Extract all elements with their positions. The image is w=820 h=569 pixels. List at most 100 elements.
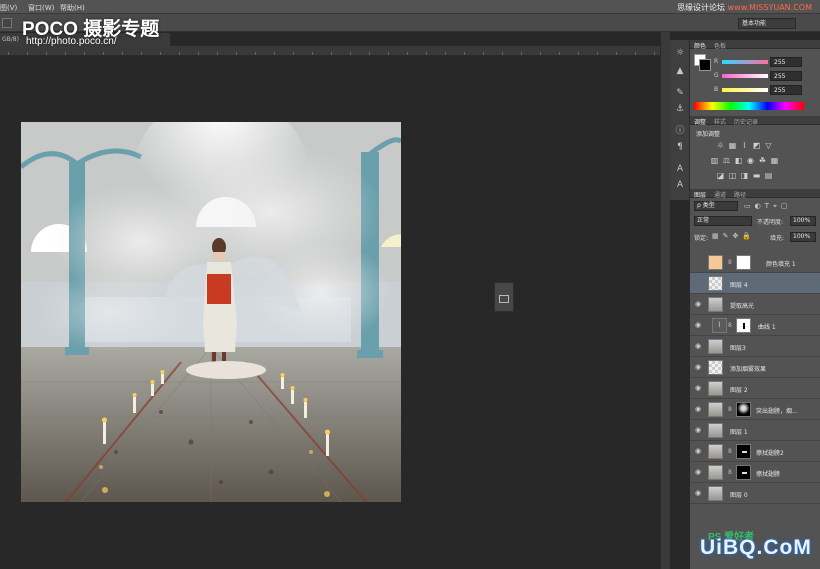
lock-icons[interactable]: ▦✎✥🔒 bbox=[712, 232, 766, 240]
layer-name[interactable]: 曲线 1 bbox=[758, 322, 776, 331]
histogram-icon[interactable]: ▲ bbox=[675, 66, 685, 76]
link-icon: 8 bbox=[728, 469, 732, 476]
levels-icon[interactable]: ▦ bbox=[728, 141, 737, 150]
threshold-icon[interactable]: ◨ bbox=[740, 171, 749, 180]
filter-type-icons[interactable]: ▭◐T⌖▢ bbox=[744, 202, 814, 210]
layer-name[interactable]: 图层 2 bbox=[730, 385, 748, 394]
curves-icon[interactable]: ⌇ bbox=[740, 141, 749, 150]
layer-mask[interactable] bbox=[736, 465, 751, 480]
blue-bar[interactable] bbox=[722, 88, 768, 92]
layer-row[interactable]: ◉ 8 擦拭翅膀 bbox=[690, 462, 820, 483]
green-slider[interactable]: G 255 bbox=[690, 71, 820, 83]
layer-name[interactable]: 提取高光 bbox=[730, 301, 754, 310]
layer-name[interactable]: 突出翅膀，烟... bbox=[756, 406, 798, 415]
eye-icon[interactable]: ◉ bbox=[694, 489, 702, 497]
tab-color[interactable]: 颜色 bbox=[694, 41, 706, 50]
layers-tabbar: 图层 通道 路径 bbox=[690, 189, 820, 199]
tab-layers[interactable]: 图层 bbox=[694, 190, 706, 199]
properties-icon[interactable] bbox=[499, 295, 509, 303]
eye-icon[interactable]: ◉ bbox=[694, 363, 702, 371]
canvas-area[interactable] bbox=[0, 56, 660, 569]
color-balance-icon[interactable]: ⚖ bbox=[722, 156, 731, 165]
hue-icon[interactable]: ▥ bbox=[710, 156, 719, 165]
selective-color-icon[interactable]: ▤ bbox=[764, 171, 773, 180]
red-bar[interactable] bbox=[722, 60, 768, 64]
layer-row[interactable]: ◉ 8 擦拭翅膀2 bbox=[690, 441, 820, 462]
layer-name[interactable]: 颜色填充 1 bbox=[766, 259, 796, 268]
layer-row[interactable]: ◉ 图层 2 bbox=[690, 378, 820, 399]
red-slider[interactable]: R 255 bbox=[690, 57, 820, 69]
red-value[interactable]: 255 bbox=[770, 57, 802, 67]
gradient-map-icon[interactable]: ▬ bbox=[752, 171, 761, 180]
document-image[interactable] bbox=[21, 122, 401, 502]
layer-row-selected[interactable]: 图层 4 bbox=[690, 273, 820, 294]
brightness-icon[interactable]: ☼ bbox=[716, 141, 725, 150]
channel-mixer-icon[interactable]: ☘ bbox=[758, 156, 767, 165]
character-icon[interactable]: A bbox=[675, 164, 685, 174]
black-white-icon[interactable]: ◧ bbox=[734, 156, 743, 165]
posterize-icon[interactable]: ◫ bbox=[728, 171, 737, 180]
blue-slider[interactable]: B 255 bbox=[690, 85, 820, 97]
layer-mask[interactable] bbox=[736, 318, 751, 333]
layer-row[interactable]: ◉ 图层 1 bbox=[690, 420, 820, 441]
color-spectrum[interactable] bbox=[694, 102, 804, 110]
opacity-input[interactable]: 100% bbox=[790, 216, 816, 226]
menu-help[interactable]: 帮助(H) bbox=[60, 3, 85, 13]
layer-mask[interactable] bbox=[736, 255, 751, 270]
layer-name[interactable]: 图层 4 bbox=[730, 280, 748, 289]
layer-row[interactable]: ◉ 提取高光 bbox=[690, 294, 820, 315]
photo-filter-icon[interactable]: ◉ bbox=[746, 156, 755, 165]
layer-mask[interactable] bbox=[736, 402, 751, 417]
eye-icon[interactable]: ◉ bbox=[694, 321, 702, 329]
visibility-toggle[interactable] bbox=[694, 258, 702, 266]
layer-name[interactable]: 图层 1 bbox=[730, 427, 748, 436]
eye-icon[interactable]: ◉ bbox=[694, 426, 702, 434]
eye-icon[interactable]: ◉ bbox=[694, 300, 702, 308]
tab-channels[interactable]: 通道 bbox=[714, 190, 726, 199]
eye-icon[interactable]: ◉ bbox=[694, 384, 702, 392]
menu-window[interactable]: 窗口(W) bbox=[28, 3, 54, 13]
eye-icon[interactable]: ◉ bbox=[694, 468, 702, 476]
exposure-icon[interactable]: ◩ bbox=[752, 141, 761, 150]
layer-kind-filter[interactable]: ρ 类型 bbox=[694, 201, 738, 211]
visibility-toggle[interactable] bbox=[694, 279, 702, 287]
eye-icon[interactable]: ◉ bbox=[694, 342, 702, 350]
tab-adjustments[interactable]: 调整 bbox=[694, 117, 706, 126]
layer-name[interactable]: 添加烟雾效果 bbox=[730, 364, 766, 373]
sun-icon[interactable]: ☼ bbox=[675, 48, 685, 58]
layer-name[interactable]: 擦拭翅膀2 bbox=[756, 448, 784, 457]
blue-value[interactable]: 255 bbox=[770, 85, 802, 95]
layer-name[interactable]: 擦拭翅膀 bbox=[756, 469, 780, 478]
green-value[interactable]: 255 bbox=[770, 71, 802, 81]
brush-icon[interactable]: ✎ bbox=[675, 88, 685, 98]
layer-row[interactable]: 8 颜色填充 1 bbox=[690, 252, 820, 273]
color-lookup-icon[interactable]: ▦ bbox=[770, 156, 779, 165]
eye-icon[interactable]: ◉ bbox=[694, 405, 702, 413]
tool-preset-icon[interactable]: A bbox=[675, 180, 685, 190]
menu-view[interactable]: 图(V) bbox=[0, 3, 17, 13]
collapsed-panel[interactable] bbox=[494, 282, 514, 312]
layer-row[interactable]: ◉ ⌇ 8 曲线 1 bbox=[690, 315, 820, 336]
layer-row[interactable]: ◉ 图层3 bbox=[690, 336, 820, 357]
layer-name[interactable]: 图层3 bbox=[730, 343, 746, 352]
green-bar[interactable] bbox=[722, 74, 768, 78]
tab-swatches[interactable]: 色板 bbox=[714, 41, 726, 50]
layer-row[interactable]: ◉ 图层 0 bbox=[690, 483, 820, 504]
tab-paths[interactable]: 路径 bbox=[734, 190, 746, 199]
paragraph-icon[interactable]: ¶ bbox=[675, 142, 685, 152]
info-icon[interactable]: ⓘ bbox=[675, 126, 685, 136]
fill-input[interactable]: 100% bbox=[790, 232, 816, 242]
clone-source-icon[interactable]: ⚓ bbox=[675, 104, 685, 114]
layer-mask[interactable] bbox=[736, 444, 751, 459]
layer-row[interactable]: ◉ 8 突出翅膀，烟... bbox=[690, 399, 820, 420]
invert-icon[interactable]: ◪ bbox=[716, 171, 725, 180]
blend-mode-select[interactable]: 正常 bbox=[694, 216, 752, 226]
vibrance-icon[interactable]: ▽ bbox=[764, 141, 773, 150]
tab-history[interactable]: 历史记录 bbox=[734, 117, 758, 126]
tab-styles[interactable]: 样式 bbox=[714, 117, 726, 126]
layer-name[interactable]: 图层 0 bbox=[730, 490, 748, 499]
workspace-select[interactable]: 基本功能 bbox=[738, 18, 796, 29]
layer-row[interactable]: ◉ 添加烟雾效果 bbox=[690, 357, 820, 378]
tool-preset-icon[interactable] bbox=[2, 18, 12, 28]
eye-icon[interactable]: ◉ bbox=[694, 447, 702, 455]
